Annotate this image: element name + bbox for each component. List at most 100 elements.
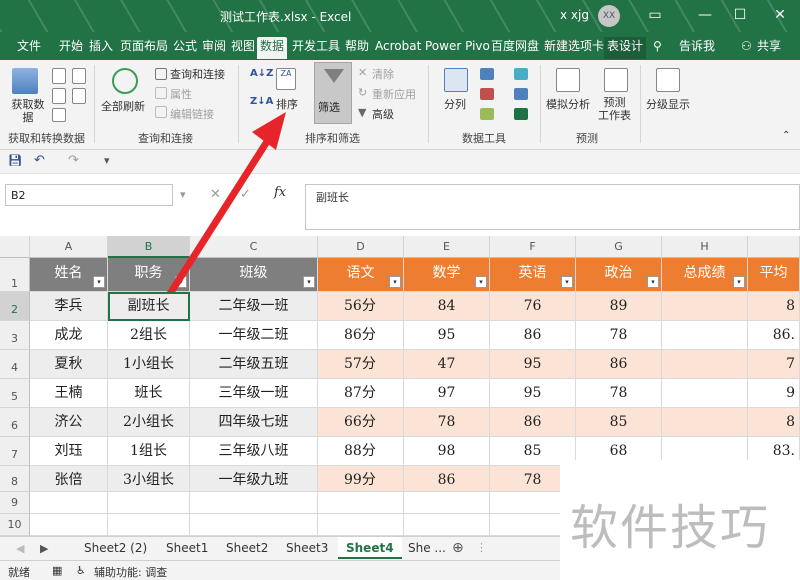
table-header-cell[interactable]: 平均 (748, 258, 800, 292)
tab-data[interactable]: 数据 (257, 37, 288, 59)
column-header-i[interactable] (748, 236, 800, 258)
sheet-tab[interactable]: Sheet2 (218, 537, 276, 559)
row-header[interactable]: 10 (0, 514, 30, 536)
share-button[interactable]: 共享 (754, 37, 784, 59)
accessibility-status[interactable]: 辅助功能: 调查 (94, 564, 167, 580)
macro-record-icon[interactable]: ▦ (52, 564, 62, 577)
outline-button[interactable]: 分级显示 (646, 96, 690, 112)
table-header-cell[interactable]: 政治 ▾ (576, 258, 662, 292)
text-to-columns-button[interactable]: 分列 (444, 96, 466, 112)
empty-cell[interactable] (108, 492, 190, 514)
filter-dropdown-icon[interactable]: ▾ (733, 276, 745, 288)
table-cell[interactable]: 四年级七班 (190, 408, 318, 437)
table-cell[interactable]: 87分 (318, 379, 404, 408)
next-sheet-icon[interactable]: ▶ (40, 542, 48, 555)
table-cell[interactable]: 刘珏 (30, 437, 108, 466)
from-text-icon[interactable] (52, 68, 66, 84)
relationships-icon[interactable] (514, 88, 528, 100)
tab-view[interactable]: 视图 (228, 37, 258, 59)
table-cell[interactable]: 二年级五班 (190, 350, 318, 379)
table-cell[interactable]: 夏秋 (30, 350, 108, 379)
cancel-icon[interactable]: ✕ (210, 187, 221, 202)
empty-cell[interactable] (30, 492, 108, 514)
table-cell[interactable]: 成龙 (30, 321, 108, 350)
filter-dropdown-icon[interactable]: ▾ (303, 276, 315, 288)
sort-desc-icon[interactable]: Z↓A (250, 96, 273, 107)
data-validation-icon[interactable] (480, 108, 494, 120)
empty-cell[interactable] (404, 492, 490, 514)
table-header-cell[interactable]: 总成绩 ▾ (662, 258, 748, 292)
table-cell[interactable]: 86 (490, 408, 576, 437)
sheet-tab-active[interactable]: Sheet4 (338, 537, 402, 559)
sort-button[interactable]: 排序 (276, 96, 298, 112)
edit-links-button[interactable]: 编辑链接 (170, 106, 214, 122)
table-cell[interactable]: 2组长 (108, 321, 190, 350)
table-cell[interactable] (662, 321, 748, 350)
name-box[interactable]: B2 (5, 184, 173, 206)
row-header[interactable]: 6 (0, 408, 30, 437)
table-cell[interactable]: 88分 (318, 437, 404, 466)
table-cell[interactable]: 济公 (30, 408, 108, 437)
reapply-button[interactable]: 重新应用 (372, 86, 416, 102)
row-header[interactable]: 7 (0, 437, 30, 466)
tab-insert[interactable]: 插入 (86, 37, 116, 59)
table-cell[interactable]: 一年级二班 (190, 321, 318, 350)
table-cell[interactable]: 8 (748, 408, 800, 437)
tell-me-input[interactable]: 告诉我 (676, 37, 718, 59)
insert-function-icon[interactable]: fx (274, 185, 286, 200)
table-cell[interactable]: 王楠 (30, 379, 108, 408)
sheet-tab[interactable]: Sheet1 (158, 537, 216, 559)
from-table-icon[interactable] (52, 88, 66, 104)
table-cell[interactable]: 7 (748, 350, 800, 379)
column-header-h[interactable]: H (662, 236, 748, 258)
table-cell[interactable]: 78 (404, 408, 490, 437)
save-icon[interactable]: 💾︎ (8, 154, 22, 167)
table-cell[interactable]: 1组长 (108, 437, 190, 466)
name-box-dropdown-icon[interactable]: ▾ (180, 188, 186, 201)
column-header-c[interactable]: C (190, 236, 318, 258)
empty-cell[interactable] (404, 514, 490, 536)
table-cell[interactable]: 一年级九班 (190, 466, 318, 492)
table-cell[interactable]: 86 (490, 321, 576, 350)
tab-baidu[interactable]: 百度网盘 (488, 37, 542, 59)
table-cell[interactable]: 三年级一班 (190, 379, 318, 408)
row-header[interactable]: 9 (0, 492, 30, 514)
table-header-cell[interactable]: 英语 ▾ (490, 258, 576, 292)
column-header-g[interactable]: G (576, 236, 662, 258)
table-cell[interactable]: 86. (748, 321, 800, 350)
table-cell[interactable]: 57分 (318, 350, 404, 379)
filter-dropdown-icon[interactable]: ▾ (175, 276, 187, 288)
existing-connections-icon[interactable] (52, 108, 66, 122)
minimize-icon[interactable]: — (690, 4, 720, 26)
table-cell[interactable]: 95 (404, 321, 490, 350)
table-header-cell[interactable]: 语文 ▾ (318, 258, 404, 292)
clear-button[interactable]: 清除 (372, 66, 394, 82)
table-cell[interactable]: 85 (576, 408, 662, 437)
undo-icon[interactable]: ↶ (34, 153, 45, 168)
tab-new[interactable]: 新建选项卡 (541, 37, 607, 59)
avatar[interactable]: XX (598, 5, 620, 27)
from-web-icon[interactable] (72, 68, 86, 84)
sort-asc-icon[interactable]: A↓Z (250, 68, 273, 79)
row-header[interactable]: 1 (0, 258, 30, 292)
tab-file[interactable]: 文件 (14, 37, 44, 59)
select-all[interactable] (0, 236, 30, 258)
remove-duplicates-icon[interactable] (480, 88, 494, 100)
properties-button[interactable]: 属性 (170, 86, 192, 102)
forecast-sheet-button[interactable]: 预测 工作表 (598, 96, 631, 122)
table-cell[interactable]: 95 (490, 350, 576, 379)
consolidate-icon[interactable] (514, 68, 528, 80)
table-cell[interactable]: 78 (576, 321, 662, 350)
table-cell[interactable]: 3小组长 (108, 466, 190, 492)
get-data-button[interactable]: 获取数 据 (8, 98, 48, 124)
tab-help[interactable]: 帮助 (342, 37, 372, 59)
table-cell[interactable]: 86 (576, 350, 662, 379)
table-cell[interactable]: 2小组长 (108, 408, 190, 437)
empty-cell[interactable] (318, 492, 404, 514)
empty-cell[interactable] (30, 514, 108, 536)
sheet-tab[interactable]: She ... (400, 537, 454, 559)
redo-icon[interactable]: ↷ (68, 153, 79, 168)
row-header[interactable]: 8 (0, 466, 30, 492)
recent-sources-icon[interactable] (72, 88, 86, 104)
what-if-button[interactable]: 模拟分析 (546, 96, 590, 112)
